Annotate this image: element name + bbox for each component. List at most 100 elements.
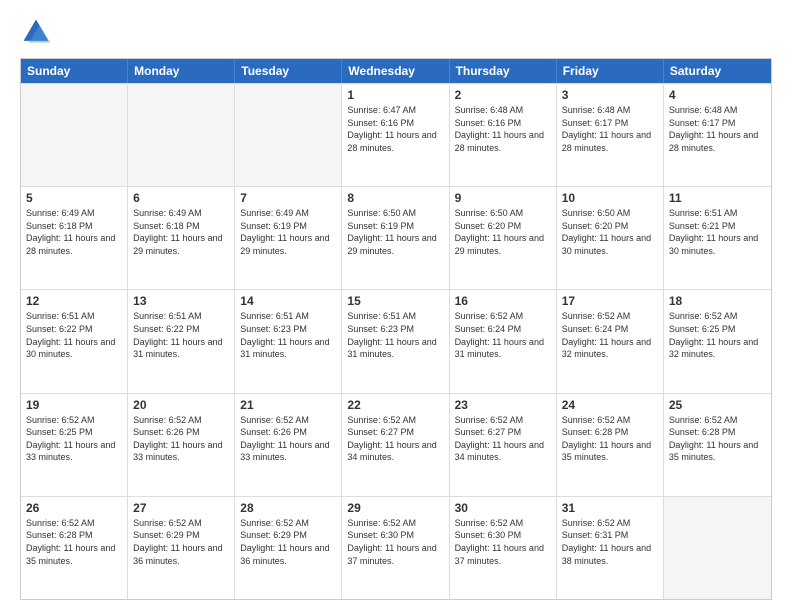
calendar-cell: 8 Sunrise: 6:50 AMSunset: 6:19 PMDaylight… bbox=[342, 187, 449, 289]
cell-date-number: 27 bbox=[133, 501, 229, 515]
cell-date-number: 25 bbox=[669, 398, 766, 412]
calendar-cell: 15Sunrise: 6:51 AMSunset: 6:23 PMDayligh… bbox=[342, 290, 449, 392]
cell-date-number: 22 bbox=[347, 398, 443, 412]
cell-date-number: 14 bbox=[240, 294, 336, 308]
cell-date-number: 9 bbox=[455, 191, 551, 205]
cell-info: Sunrise: 6:52 AMSunset: 6:25 PMDaylight:… bbox=[26, 414, 122, 464]
calendar-cell: 25 Sunrise: 6:52 AMSunset: 6:28 PMDayligh… bbox=[664, 394, 771, 496]
calendar-week-1: 1 Sunrise: 6:47 AMSunset: 6:16 PMDaylight… bbox=[21, 83, 771, 186]
calendar-cell: 10 Sunrise: 6:50 AMSunset: 6:20 PMDayligh… bbox=[557, 187, 664, 289]
calendar-header-thursday: Thursday bbox=[450, 59, 557, 83]
calendar-header-wednesday: Wednesday bbox=[342, 59, 449, 83]
calendar-cell: 18 Sunrise: 6:52 AMSunset: 6:25 PMDayligh… bbox=[664, 290, 771, 392]
calendar-cell: 14 Sunrise: 6:51 AMSunset: 6:23 PMDayligh… bbox=[235, 290, 342, 392]
logo bbox=[20, 16, 56, 48]
cell-date-number: 24 bbox=[562, 398, 658, 412]
calendar-week-3: 12 Sunrise: 6:51 AMSunset: 6:22 PMDayligh… bbox=[21, 289, 771, 392]
cell-date-number: 2 bbox=[455, 88, 551, 102]
cell-info: Sunrise: 6:51 AMSunset: 6:21 PMDaylight:… bbox=[669, 207, 766, 257]
calendar-cell: 23Sunrise: 6:52 AMSunset: 6:27 PMDayligh… bbox=[450, 394, 557, 496]
cell-info: Sunrise: 6:52 AMSunset: 6:25 PMDaylight:… bbox=[669, 310, 766, 360]
calendar-header-friday: Friday bbox=[557, 59, 664, 83]
cell-info: Sunrise: 6:52 AMSunset: 6:29 PMDaylight:… bbox=[133, 517, 229, 567]
calendar-cell: 30 Sunrise: 6:52 AMSunset: 6:30 PMDayligh… bbox=[450, 497, 557, 599]
cell-date-number: 12 bbox=[26, 294, 122, 308]
cell-date-number: 7 bbox=[240, 191, 336, 205]
cell-info: Sunrise: 6:51 AMSunset: 6:22 PMDaylight:… bbox=[133, 310, 229, 360]
logo-icon bbox=[20, 16, 52, 48]
cell-date-number: 29 bbox=[347, 501, 443, 515]
calendar-cell: 4Sunrise: 6:48 AMSunset: 6:17 PMDaylight… bbox=[664, 84, 771, 186]
cell-info: Sunrise: 6:52 AMSunset: 6:28 PMDaylight:… bbox=[562, 414, 658, 464]
cell-date-number: 19 bbox=[26, 398, 122, 412]
calendar-week-4: 19 Sunrise: 6:52 AMSunset: 6:25 PMDayligh… bbox=[21, 393, 771, 496]
calendar-cell: 7Sunrise: 6:49 AMSunset: 6:19 PMDaylight… bbox=[235, 187, 342, 289]
calendar-cell: 19 Sunrise: 6:52 AMSunset: 6:25 PMDayligh… bbox=[21, 394, 128, 496]
cell-date-number: 10 bbox=[562, 191, 658, 205]
cell-date-number: 31 bbox=[562, 501, 658, 515]
cell-info: Sunrise: 6:52 AMSunset: 6:27 PMDaylight:… bbox=[347, 414, 443, 464]
cell-info: Sunrise: 6:51 AMSunset: 6:23 PMDaylight:… bbox=[240, 310, 336, 360]
cell-date-number: 5 bbox=[26, 191, 122, 205]
calendar-cell: 3Sunrise: 6:48 AMSunset: 6:17 PMDaylight… bbox=[557, 84, 664, 186]
calendar-cell: 12 Sunrise: 6:51 AMSunset: 6:22 PMDayligh… bbox=[21, 290, 128, 392]
cell-info: Sunrise: 6:47 AMSunset: 6:16 PMDaylight:… bbox=[347, 104, 443, 154]
page: SundayMondayTuesdayWednesdayThursdayFrid… bbox=[0, 0, 792, 612]
cell-date-number: 30 bbox=[455, 501, 551, 515]
calendar-cell bbox=[128, 84, 235, 186]
calendar-header-sunday: Sunday bbox=[21, 59, 128, 83]
calendar-cell bbox=[664, 497, 771, 599]
cell-info: Sunrise: 6:52 AMSunset: 6:26 PMDaylight:… bbox=[240, 414, 336, 464]
calendar-cell: 31 Sunrise: 6:52 AMSunset: 6:31 PMDayligh… bbox=[557, 497, 664, 599]
calendar-header-monday: Monday bbox=[128, 59, 235, 83]
cell-date-number: 23 bbox=[455, 398, 551, 412]
cell-info: Sunrise: 6:52 AMSunset: 6:30 PMDaylight:… bbox=[455, 517, 551, 567]
cell-date-number: 18 bbox=[669, 294, 766, 308]
calendar-cell: 24 Sunrise: 6:52 AMSunset: 6:28 PMDayligh… bbox=[557, 394, 664, 496]
cell-info: Sunrise: 6:48 AMSunset: 6:17 PMDaylight:… bbox=[562, 104, 658, 154]
cell-info: Sunrise: 6:52 AMSunset: 6:31 PMDaylight:… bbox=[562, 517, 658, 567]
calendar-cell: 17 Sunrise: 6:52 AMSunset: 6:24 PMDayligh… bbox=[557, 290, 664, 392]
calendar: SundayMondayTuesdayWednesdayThursdayFrid… bbox=[20, 58, 772, 600]
cell-info: Sunrise: 6:51 AMSunset: 6:22 PMDaylight:… bbox=[26, 310, 122, 360]
cell-date-number: 11 bbox=[669, 191, 766, 205]
cell-info: Sunrise: 6:52 AMSunset: 6:24 PMDaylight:… bbox=[562, 310, 658, 360]
calendar-cell: 29 Sunrise: 6:52 AMSunset: 6:30 PMDayligh… bbox=[342, 497, 449, 599]
calendar-cell: 22 Sunrise: 6:52 AMSunset: 6:27 PMDayligh… bbox=[342, 394, 449, 496]
calendar-cell: 20Sunrise: 6:52 AMSunset: 6:26 PMDayligh… bbox=[128, 394, 235, 496]
cell-info: Sunrise: 6:51 AMSunset: 6:23 PMDaylight:… bbox=[347, 310, 443, 360]
calendar-cell: 27 Sunrise: 6:52 AMSunset: 6:29 PMDayligh… bbox=[128, 497, 235, 599]
calendar-cell: 11 Sunrise: 6:51 AMSunset: 6:21 PMDayligh… bbox=[664, 187, 771, 289]
calendar-cell: 26Sunrise: 6:52 AMSunset: 6:28 PMDayligh… bbox=[21, 497, 128, 599]
calendar-cell: 5 Sunrise: 6:49 AMSunset: 6:18 PMDaylight… bbox=[21, 187, 128, 289]
cell-info: Sunrise: 6:49 AMSunset: 6:18 PMDaylight:… bbox=[133, 207, 229, 257]
calendar-cell: 21 Sunrise: 6:52 AMSunset: 6:26 PMDayligh… bbox=[235, 394, 342, 496]
cell-info: Sunrise: 6:50 AMSunset: 6:20 PMDaylight:… bbox=[455, 207, 551, 257]
calendar-week-5: 26Sunrise: 6:52 AMSunset: 6:28 PMDayligh… bbox=[21, 496, 771, 599]
cell-info: Sunrise: 6:52 AMSunset: 6:28 PMDaylight:… bbox=[26, 517, 122, 567]
cell-info: Sunrise: 6:48 AMSunset: 6:17 PMDaylight:… bbox=[669, 104, 766, 154]
cell-date-number: 8 bbox=[347, 191, 443, 205]
cell-info: Sunrise: 6:52 AMSunset: 6:30 PMDaylight:… bbox=[347, 517, 443, 567]
calendar-cell: 2 Sunrise: 6:48 AMSunset: 6:16 PMDaylight… bbox=[450, 84, 557, 186]
cell-date-number: 1 bbox=[347, 88, 443, 102]
calendar-cell: 9 Sunrise: 6:50 AMSunset: 6:20 PMDaylight… bbox=[450, 187, 557, 289]
cell-date-number: 17 bbox=[562, 294, 658, 308]
calendar-header-tuesday: Tuesday bbox=[235, 59, 342, 83]
calendar-cell: 16 Sunrise: 6:52 AMSunset: 6:24 PMDayligh… bbox=[450, 290, 557, 392]
cell-info: Sunrise: 6:52 AMSunset: 6:28 PMDaylight:… bbox=[669, 414, 766, 464]
calendar-cell bbox=[235, 84, 342, 186]
cell-date-number: 21 bbox=[240, 398, 336, 412]
cell-date-number: 16 bbox=[455, 294, 551, 308]
cell-date-number: 13 bbox=[133, 294, 229, 308]
cell-date-number: 20 bbox=[133, 398, 229, 412]
cell-info: Sunrise: 6:52 AMSunset: 6:24 PMDaylight:… bbox=[455, 310, 551, 360]
cell-info: Sunrise: 6:50 AMSunset: 6:19 PMDaylight:… bbox=[347, 207, 443, 257]
calendar-header-saturday: Saturday bbox=[664, 59, 771, 83]
cell-date-number: 6 bbox=[133, 191, 229, 205]
cell-info: Sunrise: 6:48 AMSunset: 6:16 PMDaylight:… bbox=[455, 104, 551, 154]
cell-info: Sunrise: 6:50 AMSunset: 6:20 PMDaylight:… bbox=[562, 207, 658, 257]
calendar-body: 1 Sunrise: 6:47 AMSunset: 6:16 PMDaylight… bbox=[21, 83, 771, 599]
cell-info: Sunrise: 6:52 AMSunset: 6:29 PMDaylight:… bbox=[240, 517, 336, 567]
cell-info: Sunrise: 6:49 AMSunset: 6:18 PMDaylight:… bbox=[26, 207, 122, 257]
